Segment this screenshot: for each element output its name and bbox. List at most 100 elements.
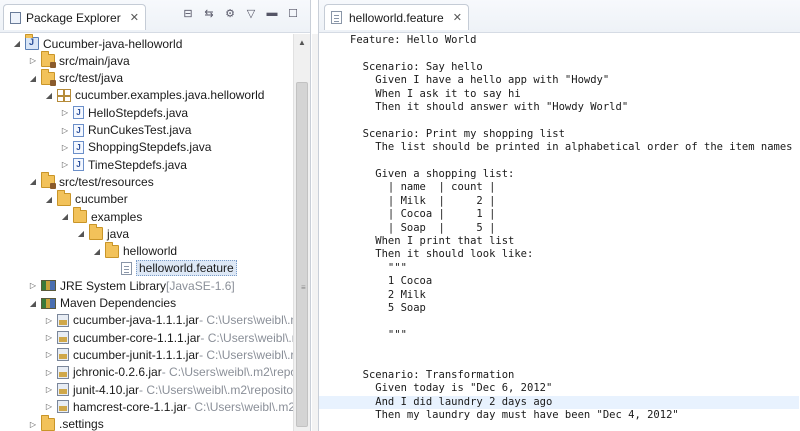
tree-item[interactable]: ◢ helloworld bbox=[92, 241, 177, 260]
package-explorer-tabbar: Package Explorer ✕ ⊟ ⇆ ⚙ ▽ ▬ ☐ bbox=[0, 0, 310, 33]
tree-item-label: JRE System Library bbox=[60, 278, 167, 293]
tree-item[interactable]: ◢ examples bbox=[60, 207, 142, 225]
expand-arrow-icon[interactable]: ◢ bbox=[12, 39, 22, 49]
editor-view: helloworld.feature ✕ Feature: Hello Worl… bbox=[318, 0, 800, 431]
tree-scrollbar[interactable]: ▲ ≡ bbox=[293, 34, 310, 431]
tree-item[interactable]: ▷ JRE System Library [JavaSE-1.6] bbox=[28, 277, 235, 294]
tree-item[interactable]: ▷ J RunCukesTest.java bbox=[60, 122, 191, 139]
tree-item[interactable]: ◢ java bbox=[76, 224, 129, 242]
tree-item-decoration: - C:\Users\weibl\.m2\reposito bbox=[139, 382, 293, 397]
expand-arrow-icon[interactable]: ◢ bbox=[44, 90, 54, 100]
editor-line: The list should be printed in alphabetic… bbox=[350, 141, 793, 154]
view-toolbar: ⊟ ⇆ ⚙ ▽ ▬ ☐ bbox=[181, 6, 300, 20]
collapse-arrow-icon[interactable]: ▷ bbox=[28, 281, 38, 291]
editor-line: """ bbox=[350, 328, 407, 341]
tree-item[interactable]: ▷ junit-4.10.jar - C:\Users\weibl\.m2\rep… bbox=[44, 381, 293, 398]
editor-line: When I ask it to say hi bbox=[350, 87, 521, 100]
collapse-arrow-icon[interactable]: ▷ bbox=[44, 315, 54, 325]
tree-item-label: RunCukesTest.java bbox=[88, 123, 192, 137]
jar-icon bbox=[57, 383, 69, 396]
collapse-arrow-icon[interactable]: ▷ bbox=[60, 142, 70, 152]
collapse-arrow-icon[interactable]: ▷ bbox=[60, 108, 70, 118]
collapse-arrow-icon[interactable]: ▷ bbox=[60, 160, 70, 170]
folder-icon bbox=[41, 414, 55, 431]
filter-icon[interactable]: ⚙ bbox=[223, 6, 237, 20]
tree-item-label: Cucumber-java-helloworld bbox=[43, 36, 183, 51]
text-editor[interactable]: Feature: Hello World Scenario: Say hello… bbox=[319, 34, 800, 431]
tree-item[interactable]: ◢ src/test/java bbox=[28, 68, 123, 87]
collapse-all-icon[interactable]: ⊟ bbox=[181, 6, 195, 20]
collapse-arrow-icon[interactable]: ▷ bbox=[44, 350, 54, 360]
tree-item-label: helloworld.feature bbox=[136, 260, 237, 277]
editor-line: Feature: Hello World bbox=[350, 34, 477, 46]
tree-item-decoration: - C:\Users\weibl\.m2 bbox=[187, 399, 293, 414]
tree-item-label: jchronic-0.2.6.jar bbox=[73, 365, 162, 380]
collapse-arrow-icon[interactable]: ▷ bbox=[44, 385, 54, 395]
tree-item[interactable]: ◢ Maven Dependencies bbox=[28, 295, 176, 312]
tree-item[interactable]: ▷ J HelloStepdefs.java bbox=[60, 104, 188, 121]
grip-icon: ≡ bbox=[301, 283, 306, 292]
scroll-thumb[interactable]: ≡ bbox=[296, 82, 308, 427]
tree-item[interactable]: ▷ hamcrest-core-1.1.jar - C:\Users\weibl\… bbox=[44, 398, 293, 415]
editor-line: Then it should answer with "Howdy World" bbox=[350, 101, 629, 113]
tree-item[interactable]: ▷ cucumber-core-1.1.1.jar - C:\Users\weib… bbox=[44, 329, 293, 346]
tree-item-label: cucumber-java-1.1.1.jar bbox=[73, 313, 200, 328]
editor-line: Given I have a hello app with "Howdy" bbox=[350, 74, 610, 87]
editor-line: Scenario: Transformation bbox=[350, 369, 515, 381]
editor-line: 1 Cocoa bbox=[350, 275, 433, 288]
minimize-icon[interactable]: ▬ bbox=[265, 6, 279, 20]
tree-item[interactable]: ◢ src/test/resources bbox=[28, 172, 154, 190]
package-explorer-view: Package Explorer ✕ ⊟ ⇆ ⚙ ▽ ▬ ☐ ◢ Cucumber… bbox=[0, 0, 311, 431]
close-icon[interactable]: ✕ bbox=[130, 11, 139, 24]
tab-label: Package Explorer bbox=[26, 10, 121, 25]
scroll-up-arrow-icon[interactable]: ▲ bbox=[294, 34, 310, 50]
source-folder-icon bbox=[41, 68, 56, 86]
expand-arrow-icon[interactable]: ◢ bbox=[60, 212, 70, 222]
collapse-arrow-icon[interactable]: ▷ bbox=[44, 402, 54, 412]
view-menu-icon[interactable]: ▽ bbox=[244, 6, 258, 20]
editor-line: | name | count | bbox=[350, 181, 496, 194]
expand-arrow-icon[interactable]: ◢ bbox=[28, 177, 38, 187]
editor-line: | Milk | 2 | bbox=[350, 194, 496, 207]
tree-item[interactable]: ▷ cucumber-junit-1.1.1.jar - C:\Users\wei… bbox=[44, 346, 293, 363]
tab-helloworld-feature[interactable]: helloworld.feature ✕ bbox=[324, 4, 469, 30]
collapse-arrow-icon[interactable]: ▷ bbox=[60, 125, 70, 135]
tree-item[interactable]: ▷ J TimeStepdefs.java bbox=[60, 156, 187, 173]
tree-item-label: .settings bbox=[59, 417, 104, 431]
java-file-icon: J bbox=[73, 106, 84, 120]
tree-item-decoration: - C:\Users\weibl\.m2\repo bbox=[161, 365, 293, 380]
expand-arrow-icon[interactable]: ◢ bbox=[92, 246, 102, 256]
tab-package-explorer[interactable]: Package Explorer ✕ bbox=[3, 4, 146, 30]
expand-arrow-icon[interactable]: ◢ bbox=[28, 73, 38, 83]
tree-item[interactable]: ◢ Cucumber-java-helloworld bbox=[12, 34, 183, 52]
tree-item-label: cucumber bbox=[75, 192, 128, 207]
collapse-arrow-icon[interactable]: ▷ bbox=[44, 367, 54, 377]
expand-arrow-icon[interactable]: ◢ bbox=[76, 229, 86, 239]
tree-item-label: ShoppingStepdefs.java bbox=[88, 140, 212, 155]
close-icon[interactable]: ✕ bbox=[453, 11, 462, 24]
source-folder-icon bbox=[41, 172, 56, 190]
link-with-editor-icon[interactable]: ⇆ bbox=[202, 6, 216, 20]
folder-icon bbox=[105, 241, 119, 258]
tree-item[interactable]: ▷ src/main/java bbox=[28, 51, 130, 69]
editor-line: | Soap | 5 | bbox=[350, 221, 496, 234]
tree-item[interactable]: ▷ .settings bbox=[28, 414, 104, 431]
editor-line: Given today is "Dec 6, 2012" bbox=[350, 382, 553, 395]
collapse-arrow-icon[interactable]: ▷ bbox=[28, 56, 38, 66]
collapse-arrow-icon[interactable]: ▷ bbox=[44, 333, 54, 343]
tree-item-label: src/main/java bbox=[59, 53, 130, 68]
library-icon bbox=[41, 297, 56, 309]
java-file-icon: J bbox=[73, 123, 84, 137]
tree-item[interactable]: ◢ cucumber.examples.java.helloworld bbox=[44, 87, 265, 104]
tree-item[interactable]: ◢ cucumber bbox=[44, 189, 128, 208]
expand-arrow-icon[interactable]: ◢ bbox=[44, 194, 54, 204]
tree-item[interactable]: ▷ cucumber-java-1.1.1.jar - C:\Users\weib… bbox=[44, 312, 293, 329]
tree-item[interactable]: ▷ jchronic-0.2.6.jar - C:\Users\weibl\.m2… bbox=[44, 364, 293, 381]
tree-item[interactable]: helloworld.feature bbox=[108, 260, 237, 277]
expand-arrow-icon[interactable]: ◢ bbox=[28, 298, 38, 308]
maximize-icon[interactable]: ☐ bbox=[286, 6, 300, 20]
tree-item[interactable]: ▷ J ShoppingStepdefs.java bbox=[60, 139, 212, 156]
collapse-arrow-icon[interactable]: ▷ bbox=[28, 419, 38, 429]
